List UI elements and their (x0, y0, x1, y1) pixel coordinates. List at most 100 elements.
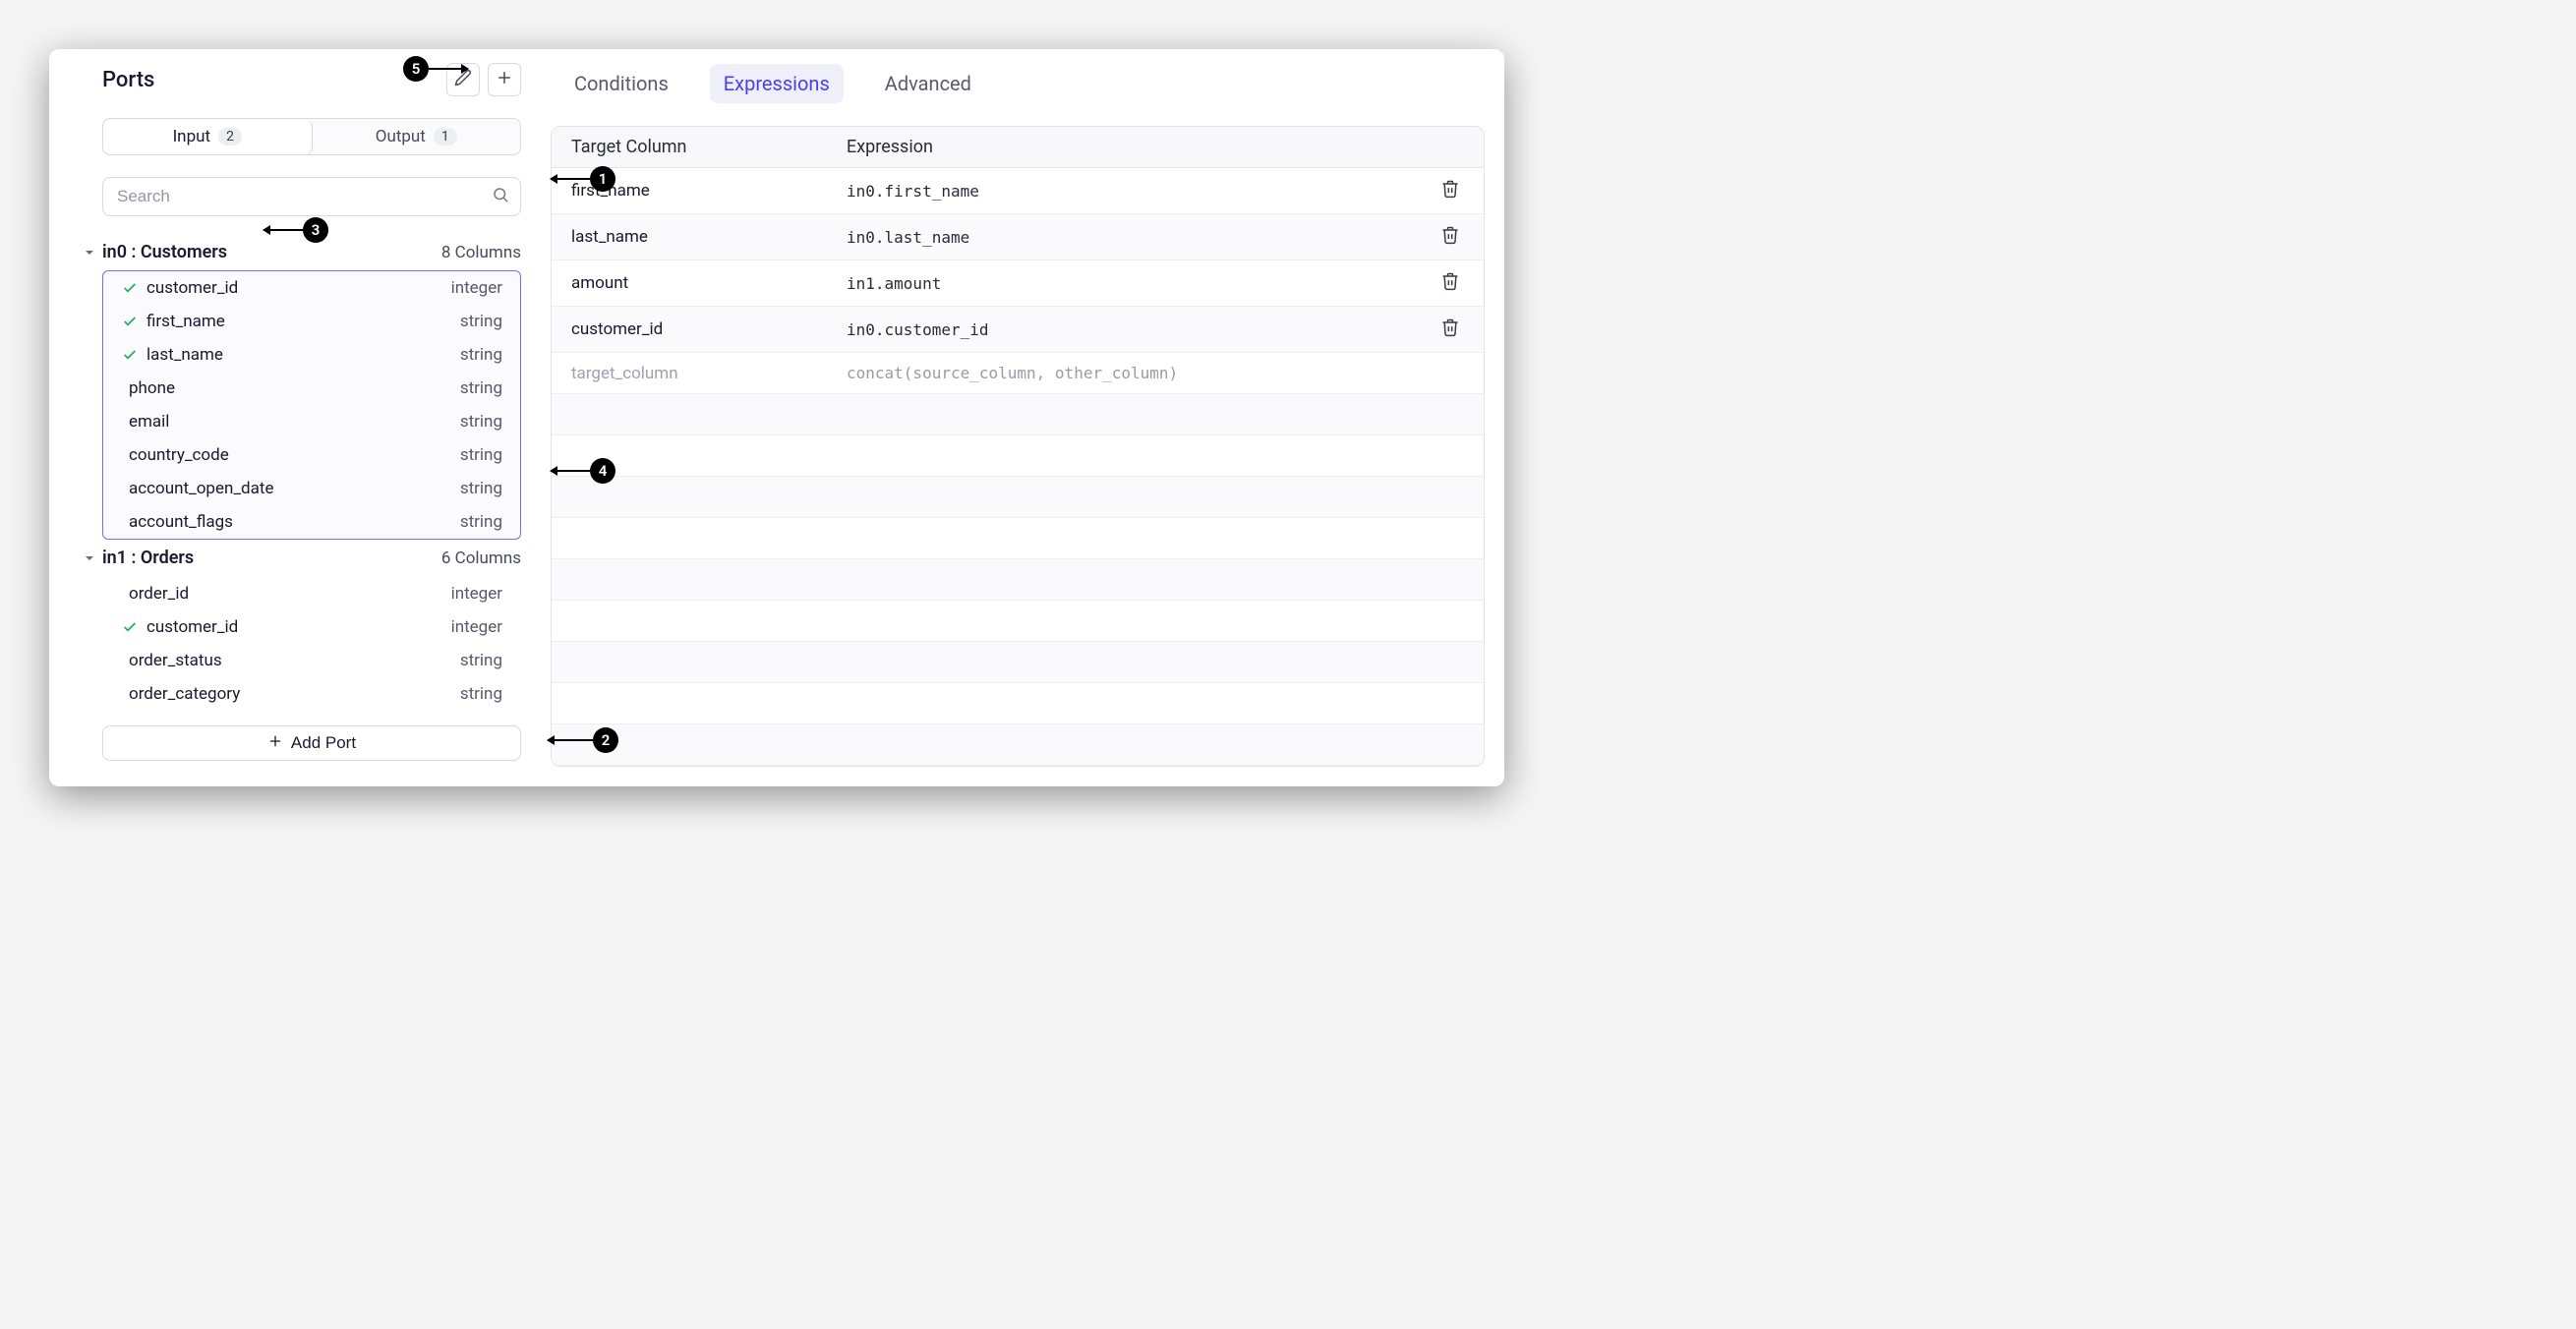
expression-row-empty (552, 724, 1484, 766)
output-tab-label: Output (376, 127, 426, 146)
port-group: in0 : Customers 8 Columns customer_id in… (102, 234, 521, 540)
input-tab[interactable]: Input 2 (103, 119, 313, 154)
column-type: string (460, 512, 502, 532)
column-list: customer_id integer first_name string la… (102, 270, 521, 540)
input-count-badge: 2 (218, 128, 242, 145)
search-input[interactable] (102, 177, 521, 216)
delete-row-button[interactable] (1436, 223, 1464, 251)
column-type: string (460, 684, 502, 704)
ports-panel: Ports Input 2 Output (49, 59, 541, 767)
column-name: first_name (146, 312, 225, 331)
expression-value: in1.amount (847, 274, 1436, 293)
add-port-label: Add Port (291, 733, 356, 753)
tab-conditions[interactable]: Conditions (560, 64, 682, 103)
callout-badge: 2 (593, 727, 618, 753)
column-name: order_id (129, 584, 189, 604)
port-group-header[interactable]: in1 : Orders 6 Columns (102, 540, 521, 576)
target-column-value: last_name (571, 227, 847, 247)
column-count: 6 Columns (441, 549, 521, 568)
add-button[interactable] (488, 63, 521, 96)
column-type: string (460, 651, 502, 670)
column-count: 8 Columns (441, 243, 521, 262)
expression-row[interactable]: customer_id in0.customer_id (552, 307, 1484, 353)
column-row[interactable]: country_code string (103, 438, 520, 472)
ports-title: Ports (102, 68, 154, 92)
trash-icon (1440, 271, 1460, 295)
port-name: in0 : Customers (102, 242, 227, 262)
callout-1: 1 (551, 166, 615, 192)
expression-row-empty (552, 683, 1484, 724)
app-window: Ports Input 2 Output (49, 49, 1504, 786)
callout-badge: 4 (590, 458, 615, 484)
column-row[interactable]: phone string (103, 372, 520, 405)
column-row[interactable]: order_status string (103, 644, 520, 677)
tab-advanced[interactable]: Advanced (871, 64, 985, 103)
column-row[interactable]: last_name string (103, 338, 520, 372)
column-row[interactable]: account_flags string (103, 505, 520, 539)
header-target-column: Target Column (571, 137, 847, 157)
expression-row[interactable]: last_name in0.last_name (552, 214, 1484, 260)
ports-tree: in0 : Customers 8 Columns customer_id in… (102, 234, 521, 712)
input-tab-label: Input (173, 127, 211, 146)
column-name: last_name (146, 345, 223, 365)
trash-icon (1440, 225, 1460, 249)
column-type: string (460, 378, 502, 398)
target-column-value: customer_id (571, 319, 847, 339)
trash-icon (1440, 179, 1460, 202)
column-row[interactable]: order_id integer (103, 577, 520, 610)
expression-row[interactable]: first_name in0.first_name (552, 168, 1484, 214)
target-column-value: amount (571, 273, 847, 293)
caret-down-icon (83, 551, 96, 565)
expressions-table-header: Target Column Expression (552, 127, 1484, 168)
tab-expressions[interactable]: Expressions (710, 64, 844, 103)
expression-placeholder: concat(source_column, other_column) (847, 364, 1464, 382)
expression-row-empty (552, 477, 1484, 518)
check-icon (121, 346, 139, 364)
search-wrap (102, 177, 521, 216)
column-row[interactable]: first_name string (103, 305, 520, 338)
search-icon (492, 186, 509, 207)
check-icon (121, 279, 139, 297)
column-type: string (460, 312, 502, 331)
delete-row-button[interactable] (1436, 316, 1464, 343)
column-name: order_status (129, 651, 222, 670)
expression-row-new[interactable]: target_column concat(source_column, othe… (552, 353, 1484, 394)
delete-row-button[interactable] (1436, 177, 1464, 204)
add-port-button[interactable]: Add Port (102, 725, 521, 761)
expressions-table-body: first_name in0.first_name last_name in0.… (552, 168, 1484, 766)
expressions-table: Target Column Expression first_name in0.… (551, 126, 1485, 767)
plus-icon (267, 733, 283, 754)
column-type: string (460, 412, 502, 432)
target-column-placeholder: target_column (571, 364, 847, 383)
callout-badge: 1 (590, 166, 615, 192)
column-name: account_flags (129, 512, 233, 532)
port-group: in1 : Orders 6 Columns order_id integer … (102, 540, 521, 712)
delete-row-button[interactable] (1436, 269, 1464, 297)
expression-value: in0.customer_id (847, 320, 1436, 339)
column-row[interactable]: customer_id integer (103, 271, 520, 305)
column-name: email (129, 412, 169, 432)
trash-icon (1440, 318, 1460, 341)
callout-badge: 3 (303, 217, 328, 243)
callout-5: 5 (403, 56, 468, 82)
expression-row-empty (552, 601, 1484, 642)
column-name: country_code (129, 445, 229, 465)
plus-icon (496, 69, 513, 90)
column-type: string (460, 445, 502, 465)
expression-row[interactable]: amount in1.amount (552, 260, 1484, 307)
check-icon (121, 618, 139, 636)
tabs: Conditions Expressions Advanced (551, 59, 1485, 108)
output-tab[interactable]: Output 1 (313, 119, 521, 154)
column-type: integer (451, 584, 502, 604)
column-name: order_category (129, 684, 240, 704)
header-expression: Expression (847, 137, 1464, 157)
column-name: phone (129, 378, 175, 398)
column-type: string (460, 479, 502, 498)
column-row[interactable]: account_open_date string (103, 472, 520, 505)
expression-row-empty (552, 518, 1484, 559)
port-name: in1 : Orders (102, 548, 194, 568)
column-row[interactable]: customer_id integer (103, 610, 520, 644)
column-row[interactable]: email string (103, 405, 520, 438)
callout-3: 3 (263, 217, 328, 243)
column-row[interactable]: order_category string (103, 677, 520, 711)
